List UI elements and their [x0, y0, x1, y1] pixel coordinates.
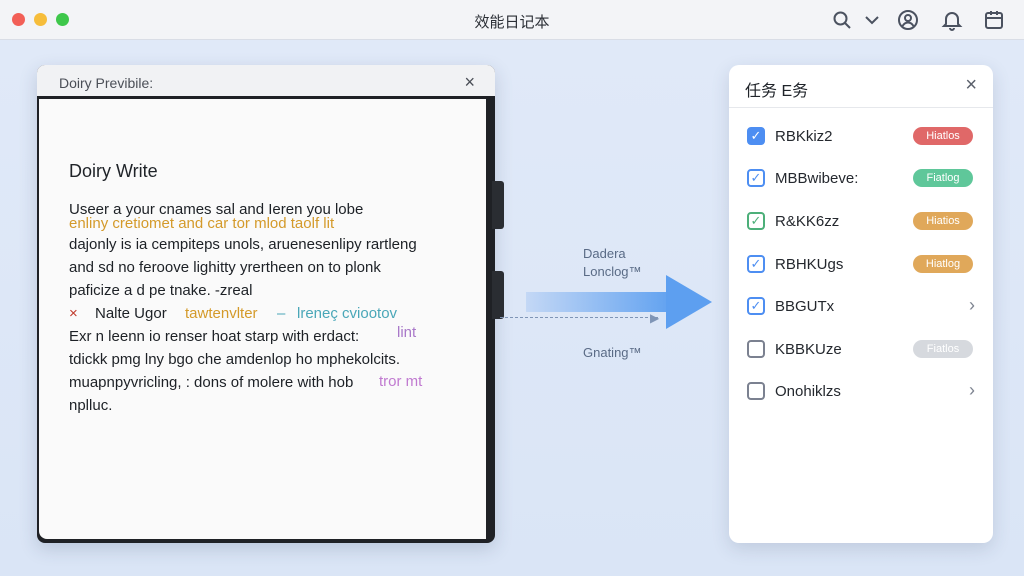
editor-header-title: Doiry Previbile: — [59, 75, 154, 91]
task-label: Onohiklzs — [775, 383, 841, 400]
task-item[interactable]: ✓ RBHKUgs Hiatlog — [729, 246, 993, 282]
calendar-icon[interactable] — [982, 8, 1006, 32]
flow-label-top-sub: Lonclog™ — [583, 264, 642, 279]
task-label: RBKkiz2 — [775, 128, 833, 145]
document-title: Doiry Write — [69, 161, 158, 181]
document-line: dajonly is ia cempiteps unols, aruenesen… — [69, 236, 417, 253]
account-icon[interactable] — [896, 8, 920, 32]
task-checkbox[interactable]: ✓ — [747, 127, 765, 145]
bullet-text: Nalte Ugor — [95, 305, 167, 322]
task-checkbox[interactable]: ✓ — [747, 297, 765, 315]
editor-close-icon[interactable]: × — [464, 72, 475, 93]
handwritten-annotation: tror mt — [379, 373, 423, 390]
editor-header-content: Doiry Previbile: × — [37, 65, 495, 99]
flow-label-top: Dadera — [583, 246, 626, 261]
flow-label-bottom: Gnating™ — [583, 345, 642, 360]
task-item[interactable]: ✓ MBBwibeve: Fiatlog — [729, 160, 993, 196]
task-label: R&KK6zz — [775, 213, 840, 230]
task-label: BBGUTx — [775, 298, 835, 315]
editor-panel: Doiry Previbile: × Doiry Write Useer a y… — [37, 65, 504, 543]
handwritten-annotation: tawtenvlter — [185, 305, 258, 322]
dashed-arrow-tip-icon: ▶ — [650, 311, 660, 325]
search-icon[interactable] — [830, 8, 854, 32]
task-panel: 任务 E务 × ✓ RBKkiz2 Hiatlos ✓ MBBwibeve: F… — [729, 65, 993, 543]
task-panel-close-icon[interactable]: × — [965, 74, 977, 97]
task-item[interactable]: Onohiklzs › — [729, 373, 993, 409]
flow-arrow-shaft — [526, 292, 676, 312]
document-line: muapnpyvricling, : dons of molere with h… — [69, 374, 354, 391]
task-checkbox[interactable]: ✓ — [747, 255, 765, 273]
task-checkbox[interactable]: ✓ — [747, 212, 765, 230]
annotation-dash: – — [277, 305, 286, 322]
task-status-badge: Hiatios — [913, 212, 973, 230]
task-status-badge: Hiatlog — [913, 255, 973, 273]
bullet-marker: × — [69, 305, 78, 322]
task-label: KBBKUze — [775, 341, 842, 358]
document-line: Exr n leenn io renser hoat starp with er… — [69, 328, 360, 345]
document-line: and sd no feroove lighitty yrertheen on … — [69, 259, 381, 276]
flow-dashed-connector — [500, 317, 658, 318]
task-label: MBBwibeve: — [775, 170, 859, 187]
task-item[interactable]: ✓ BBGUTx › — [729, 288, 993, 324]
chevron-down-icon[interactable] — [860, 8, 884, 32]
flow-arrow-icon — [666, 275, 712, 329]
editor-side-handle-bottom[interactable] — [492, 271, 504, 319]
task-checkbox[interactable] — [747, 340, 765, 358]
task-panel-title: 任务 E务 — [745, 83, 809, 100]
document-line: nplluc. — [69, 397, 113, 414]
bell-icon[interactable] — [940, 8, 964, 32]
document-line: tdickk pmg lny bgo che amdenlop ho mphek… — [69, 351, 401, 368]
task-checkbox[interactable]: ✓ — [747, 169, 765, 187]
task-checkbox[interactable] — [747, 382, 765, 400]
task-item[interactable]: ✓ RBKkiz2 Hiatlos — [729, 118, 993, 154]
task-item[interactable]: ✓ R&KK6zz Hiatios — [729, 203, 993, 239]
handwritten-annotation: lreneç cviootov — [297, 305, 398, 322]
task-status-badge: Hiatlos — [913, 127, 973, 145]
task-status-badge: Fiatlog — [913, 169, 973, 187]
editor-side-handle-top[interactable] — [492, 181, 504, 229]
task-item[interactable]: KBBKUze Fiatlos — [729, 331, 993, 367]
editor-document[interactable]: Doiry Write Useer a your cnames sal and … — [39, 99, 486, 539]
task-status-badge: Fiatlos — [913, 340, 973, 358]
handwritten-annotation: lint — [397, 324, 417, 341]
document-line: paficize a d pe tnake. ‐zreal — [69, 282, 253, 299]
chevron-right-icon[interactable]: › — [969, 380, 975, 401]
task-panel-header: 任务 E务 × — [729, 65, 993, 108]
handwritten-annotation: enliny cretiomet and car tor mlod taolf … — [69, 215, 335, 232]
task-label: RBHKUgs — [775, 256, 844, 273]
window-titlebar: 效能日记本 — [0, 0, 1024, 40]
chevron-right-icon[interactable]: › — [969, 295, 975, 316]
